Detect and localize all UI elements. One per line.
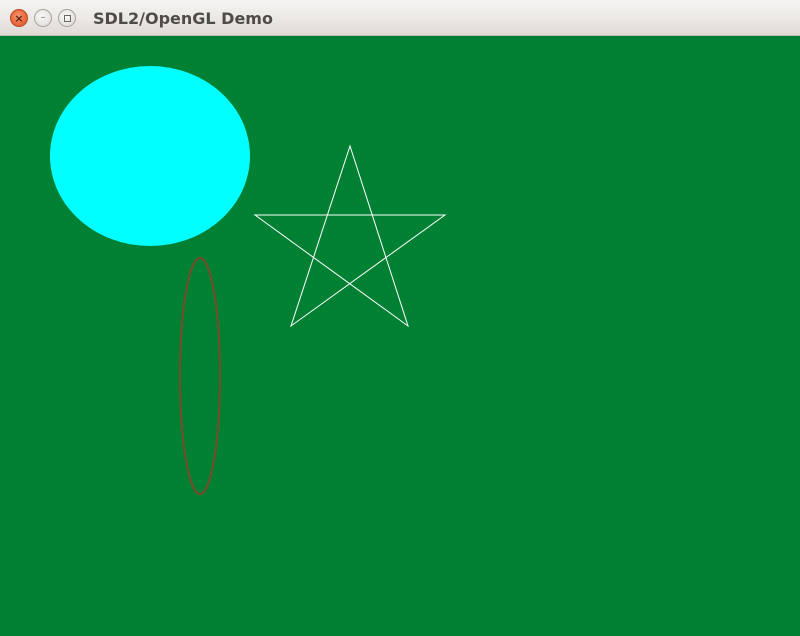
minimize-icon: – <box>40 12 46 23</box>
brown-outlined-ellipse <box>179 257 221 495</box>
white-outlined-star <box>253 144 447 328</box>
close-button[interactable]: × <box>10 9 28 27</box>
opengl-canvas[interactable] <box>0 36 800 636</box>
close-icon: × <box>14 11 24 25</box>
window-title: SDL2/OpenGL Demo <box>93 9 273 28</box>
cyan-filled-ellipse <box>50 66 250 246</box>
maximize-icon <box>63 14 71 22</box>
title-bar[interactable]: × – SDL2/OpenGL Demo <box>0 0 800 36</box>
minimize-button[interactable]: – <box>34 9 52 27</box>
maximize-button[interactable] <box>58 9 76 27</box>
scene-drawing <box>50 66 447 495</box>
app-window: × – SDL2/OpenGL Demo <box>0 0 800 636</box>
